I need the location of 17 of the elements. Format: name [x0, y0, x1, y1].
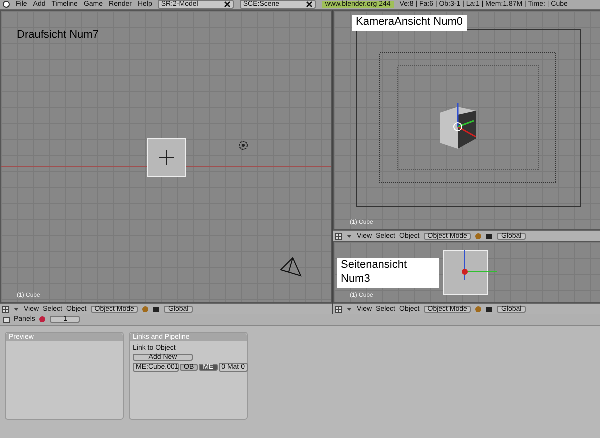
- view-label: Seitenansicht Num3: [337, 258, 439, 288]
- close-icon[interactable]: [224, 1, 232, 8]
- triangle-icon[interactable]: [346, 232, 353, 240]
- grid-icon[interactable]: [2, 306, 9, 312]
- close-icon[interactable]: [306, 1, 314, 8]
- material-icon[interactable]: [39, 316, 46, 323]
- cube-drawing: [147, 138, 186, 177]
- triangle-icon[interactable]: [346, 306, 353, 312]
- grid-icon[interactable]: [335, 232, 342, 240]
- view-label: Draufsicht Num7: [17, 29, 99, 41]
- camera-drawing: [279, 256, 303, 278]
- cursor-icon: [238, 140, 249, 151]
- grid-icon[interactable]: [335, 306, 342, 312]
- triangle-icon[interactable]: [13, 306, 20, 312]
- logo-icon[interactable]: [3, 1, 10, 8]
- view-label: KameraAnsicht Num0: [352, 15, 467, 31]
- window-icon[interactable]: [3, 316, 10, 323]
